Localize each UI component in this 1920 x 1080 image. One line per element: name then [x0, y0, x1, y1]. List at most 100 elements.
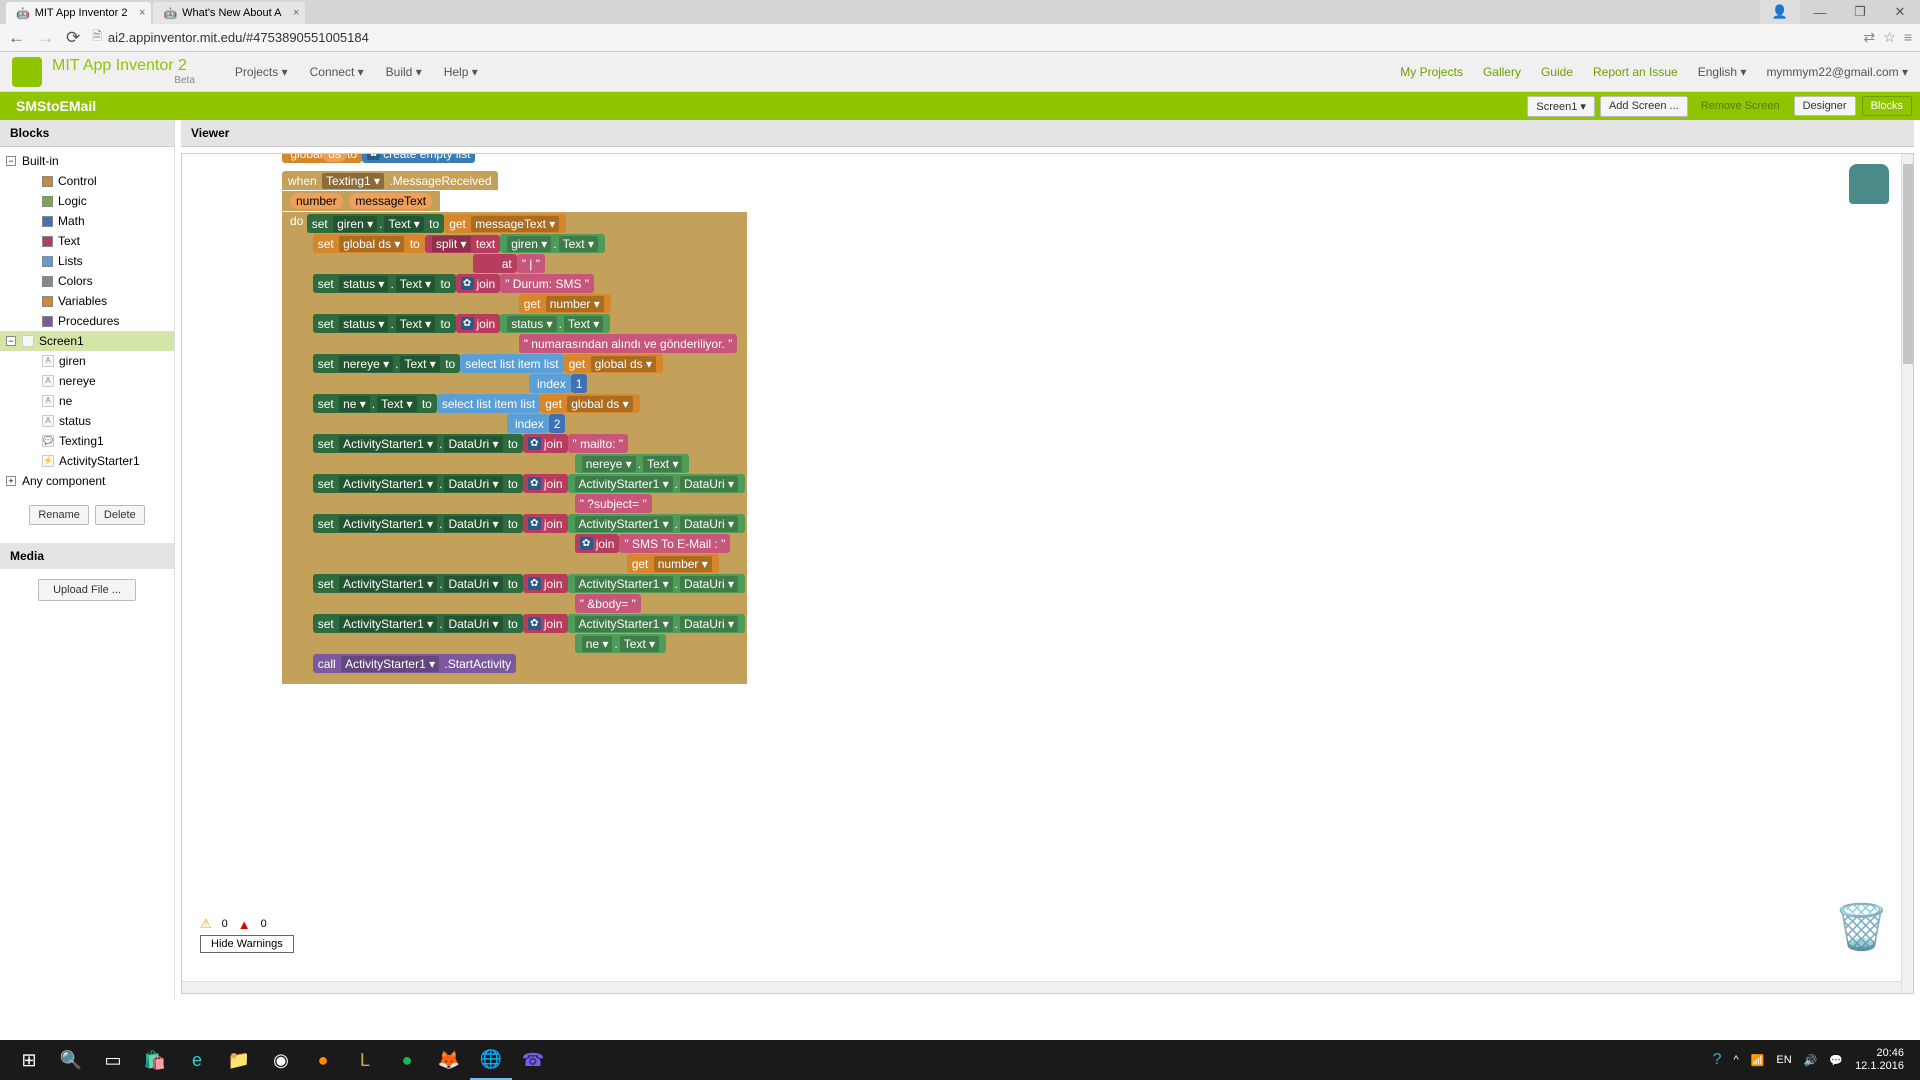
app-icon-2[interactable]: L — [344, 1040, 386, 1080]
comp-nereye[interactable]: Anereye — [0, 371, 174, 391]
block-join6[interactable]: ✿join — [575, 534, 620, 553]
collapse-icon[interactable]: − — [6, 156, 16, 166]
block-body[interactable]: " &body= " — [575, 594, 641, 613]
tree-anycomponent[interactable]: + Any component — [0, 471, 174, 491]
menu-projects[interactable]: Projects ▾ — [235, 65, 288, 79]
chrome-icon[interactable]: 🌐 — [470, 1040, 512, 1080]
delete-button[interactable]: Delete — [95, 505, 145, 525]
cat-logic[interactable]: Logic — [0, 191, 174, 211]
link-guide[interactable]: Guide — [1541, 65, 1573, 79]
remove-screen-button[interactable]: Remove Screen — [1693, 96, 1788, 117]
close-button[interactable]: ✕ — [1880, 0, 1920, 24]
block-set-globalds[interactable]: set global ds ▾ to — [313, 234, 425, 253]
block-join7[interactable]: ✿join — [523, 574, 568, 593]
designer-button[interactable]: Designer — [1794, 96, 1856, 116]
tray-chevron-icon[interactable]: ^ — [1734, 1054, 1739, 1066]
block-set-ne[interactable]: set ne ▾.Text ▾ to — [313, 394, 437, 413]
block-init-global[interactable]: global ds to — [282, 153, 362, 163]
notifications-icon[interactable]: 💬 — [1829, 1054, 1843, 1067]
block-split[interactable]: split ▾ text — [425, 235, 500, 253]
block-nereye-text[interactable]: nereye ▾.Text ▾ — [575, 454, 690, 473]
param-number[interactable]: number — [290, 193, 343, 209]
tab-app-inventor[interactable]: 🤖 MIT App Inventor 2 × — [6, 2, 151, 24]
comp-giren[interactable]: Agiren — [0, 351, 174, 371]
tree-screen1[interactable]: − Screen1 — [0, 331, 174, 351]
cat-variables[interactable]: Variables — [0, 291, 174, 311]
block-set-giren[interactable]: set giren ▾.Text ▾ to — [307, 214, 444, 233]
block-join2[interactable]: ✿join — [456, 314, 501, 333]
block-index2[interactable]: index — [507, 414, 549, 433]
block-get-msgtext[interactable]: get messageText ▾ — [444, 214, 566, 233]
block-num-2[interactable]: 2 — [549, 414, 566, 433]
upload-file-button[interactable]: Upload File ... — [38, 579, 136, 601]
cat-lists[interactable]: Lists — [0, 251, 174, 271]
block-split-at[interactable]: at — [473, 254, 517, 273]
block-set-as3[interactable]: set ActivityStarter1 ▾.DataUri ▾ to — [313, 514, 523, 533]
cat-control[interactable]: Control — [0, 171, 174, 191]
menu-icon[interactable]: ≡ — [1904, 29, 1912, 46]
steam-icon[interactable]: ◉ — [260, 1040, 302, 1080]
block-select-list1[interactable]: select list item list — [460, 354, 563, 373]
block-giren-text[interactable]: giren ▾.Text ▾ — [500, 234, 605, 253]
explorer-icon[interactable]: 📁 — [218, 1040, 260, 1080]
block-smstoemail[interactable]: " SMS To E-Mail : " — [619, 534, 730, 553]
close-icon[interactable]: × — [139, 7, 145, 19]
menu-account[interactable]: mymmym22@gmail.com ▾ — [1766, 65, 1908, 79]
block-join5[interactable]: ✿join — [523, 514, 568, 533]
block-status-text[interactable]: status ▾.Text ▾ — [500, 314, 610, 333]
tab-whats-new[interactable]: 🤖 What's New About A × — [153, 2, 305, 24]
block-join1[interactable]: ✿join — [456, 274, 501, 293]
star-icon[interactable]: ☆ — [1883, 29, 1896, 46]
block-join3[interactable]: ✿join — [523, 434, 568, 453]
scrollbar-vertical[interactable] — [1901, 154, 1913, 993]
firefox-icon[interactable]: 🦊 — [428, 1040, 470, 1080]
block-mailto[interactable]: " mailto: " — [568, 434, 629, 453]
maximize-button[interactable]: ❐ — [1840, 0, 1880, 24]
blocks-canvas[interactable]: global ds to ✿create empty list when Tex… — [181, 153, 1914, 994]
language-indicator[interactable]: EN — [1776, 1054, 1791, 1066]
block-create-empty-list[interactable]: ✿create empty list — [362, 153, 475, 163]
rename-button[interactable]: Rename — [29, 505, 89, 525]
block-get-globalds2[interactable]: get global ds ▾ — [540, 394, 639, 413]
block-join8[interactable]: ✿join — [523, 614, 568, 633]
block-set-nereye[interactable]: set nereye ▾.Text ▾ to — [313, 354, 461, 373]
blocks-button[interactable]: Blocks — [1862, 96, 1912, 116]
block-num-1[interactable]: 1 — [571, 374, 588, 393]
block-subject[interactable]: " ?subject= " — [575, 494, 652, 513]
cat-text[interactable]: Text — [0, 231, 174, 251]
block-as-datauri1[interactable]: ActivityStarter1 ▾.DataUri ▾ — [568, 474, 745, 493]
link-my-projects[interactable]: My Projects — [1400, 65, 1463, 79]
block-durum-literal[interactable]: " Durum: SMS " — [500, 274, 594, 293]
menu-help[interactable]: Help ▾ — [444, 65, 478, 79]
block-set-status2[interactable]: set status ▾.Text ▾ to — [313, 314, 456, 333]
block-set-as4[interactable]: set ActivityStarter1 ▾.DataUri ▾ to — [313, 574, 523, 593]
menu-connect[interactable]: Connect ▾ — [310, 65, 364, 79]
clock[interactable]: 20:46 12.1.2016 — [1855, 1047, 1912, 1073]
translate-icon[interactable]: ⇄ — [1864, 29, 1876, 46]
link-gallery[interactable]: Gallery — [1483, 65, 1521, 79]
block-as-datauri3[interactable]: ActivityStarter1 ▾.DataUri ▾ — [568, 574, 745, 593]
hide-warnings-button[interactable]: Hide Warnings — [200, 935, 294, 953]
block-set-as5[interactable]: set ActivityStarter1 ▾.DataUri ▾ to — [313, 614, 523, 633]
block-call-startactivity[interactable]: call ActivityStarter1 ▾ .StartActivity — [313, 654, 516, 673]
cat-colors[interactable]: Colors — [0, 271, 174, 291]
block-when-event[interactable]: when Texting1 ▾ .MessageReceived — [282, 171, 498, 190]
comp-status[interactable]: Astatus — [0, 411, 174, 431]
block-ne-text[interactable]: ne ▾.Text ▾ — [575, 634, 666, 653]
edge-icon[interactable]: e — [176, 1040, 218, 1080]
param-messagetext[interactable]: messageText — [349, 193, 432, 209]
network-icon[interactable]: 📶 — [1751, 1054, 1765, 1067]
store-icon[interactable]: 🛍️ — [134, 1040, 176, 1080]
block-join4[interactable]: ✿join — [523, 474, 568, 493]
trash-icon[interactable]: 🗑️ — [1834, 901, 1889, 953]
reload-button[interactable]: ⟳ — [66, 28, 80, 48]
user-icon[interactable]: 👤 — [1760, 0, 1800, 24]
comp-activitystarter[interactable]: ⚡ActivityStarter1 — [0, 451, 174, 471]
add-screen-button[interactable]: Add Screen ... — [1600, 96, 1688, 117]
block-pipe-literal[interactable]: " | " — [517, 254, 545, 273]
expand-icon[interactable]: + — [6, 476, 16, 486]
minimize-button[interactable]: — — [1800, 0, 1840, 24]
block-as-datauri4[interactable]: ActivityStarter1 ▾.DataUri ▾ — [568, 614, 745, 633]
blocks-workspace[interactable]: global ds to ✿create empty list when Tex… — [182, 153, 747, 684]
block-index1[interactable]: index — [529, 374, 571, 393]
